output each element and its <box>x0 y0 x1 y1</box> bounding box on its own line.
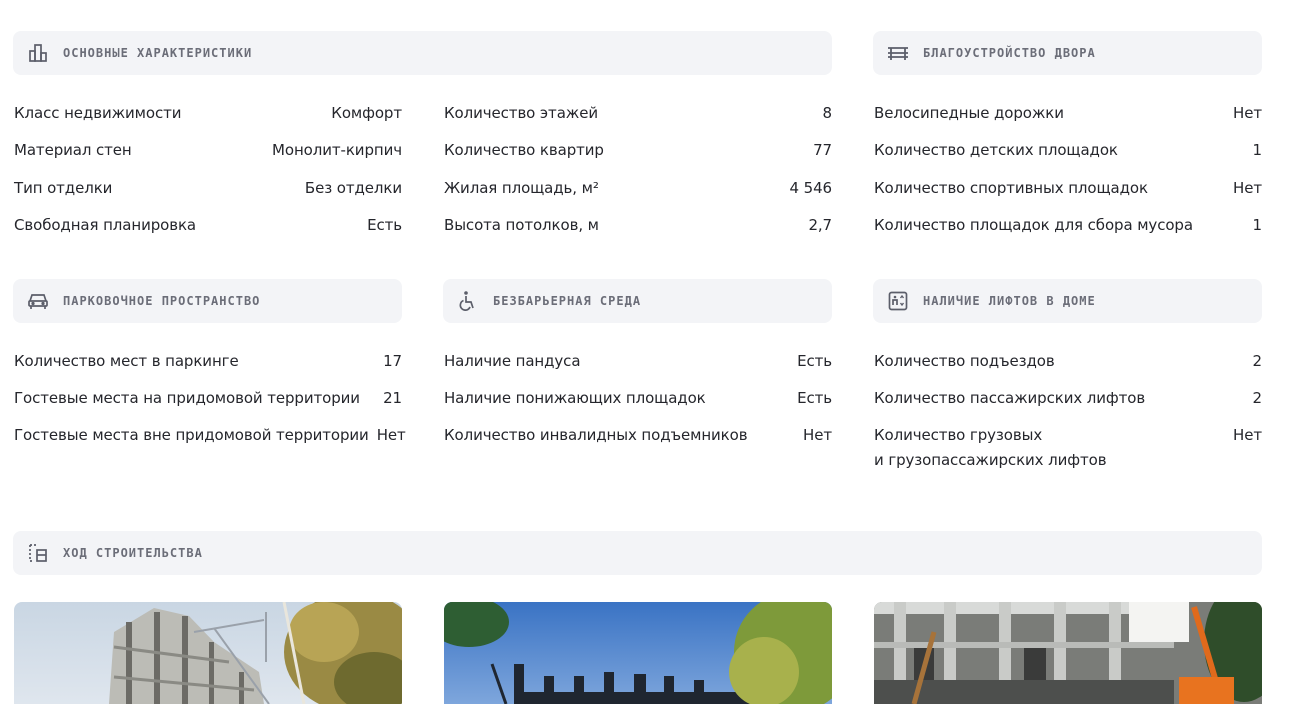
spec-row: Велосипедные дорожки Нет <box>874 101 1262 126</box>
spec-row: Количество детских площадок 1 <box>874 138 1262 163</box>
section-title: Благоустройство двора <box>923 46 1096 60</box>
spec-value: 77 <box>813 141 832 159</box>
spec-value: Нет <box>1233 104 1262 122</box>
spec-row: Количество мест в паркинге 17 <box>14 349 402 374</box>
section-header-main: Основные характеристики <box>13 31 832 75</box>
construction-photo-3[interactable] <box>874 602 1262 704</box>
spec-row: Наличие пандуса Есть <box>444 349 832 374</box>
spec-row: Наличие понижающих площадок Есть <box>444 386 832 411</box>
spec-row: Количество этажей 8 <box>444 101 832 126</box>
elevator-icon <box>887 290 909 312</box>
bench-icon <box>887 42 909 64</box>
spec-label: Количество площадок для сбора мусора <box>874 216 1193 234</box>
construction-photo-1[interactable] <box>14 602 402 704</box>
spec-row: Тип отделки Без отделки <box>14 176 402 201</box>
spec-value: Нет <box>803 426 832 444</box>
spec-value: 8 <box>822 104 833 122</box>
car-icon <box>27 290 49 312</box>
spec-row: Количество инвалидных подъемников Нет <box>444 423 832 448</box>
spec-label: Количество пассажирских лифтов <box>874 389 1146 407</box>
spec-value: 17 <box>383 352 402 370</box>
spec-label: Тип отделки <box>14 179 113 197</box>
spec-value: 1 <box>1252 141 1263 159</box>
spec-value: 2,7 <box>808 216 832 234</box>
spec-label: Наличие понижающих площадок <box>444 389 706 407</box>
spec-value: Комфорт <box>331 104 402 122</box>
spec-value: 21 <box>383 389 402 407</box>
spec-value: Нет <box>1233 179 1262 197</box>
spec-value: 1 <box>1252 216 1263 234</box>
spec-label: Гостевые места вне придомовой территории <box>14 426 369 444</box>
section-header-parking: Парковочное пространство <box>13 279 402 323</box>
spec-value: Есть <box>797 389 832 407</box>
spec-label: Свободная планировка <box>14 216 197 234</box>
spec-label: Количество инвалидных подъемников <box>444 426 748 444</box>
wheelchair-icon <box>457 290 479 312</box>
spec-value: 2 <box>1252 352 1263 370</box>
spec-value: Монолит-кирпич <box>272 141 402 159</box>
section-header-elevators: Наличие лифтов в доме <box>873 279 1262 323</box>
spec-label: Количество спортивных площадок <box>874 179 1148 197</box>
spec-row: Жилая площадь, м² 4 546 <box>444 176 832 201</box>
spec-label: Класс недвижимости <box>14 104 182 122</box>
construction-photo-2[interactable] <box>444 602 832 704</box>
spec-row: Количество спортивных площадок Нет <box>874 176 1262 201</box>
spec-value: 2 <box>1252 389 1263 407</box>
spec-value: Без отделки <box>304 179 402 197</box>
spec-row: Количество площадок для сбора мусора 1 <box>874 213 1262 238</box>
spec-row: Гостевые места вне придомовой территории… <box>14 423 406 448</box>
spec-label: Высота потолков, м <box>444 216 599 234</box>
spec-row: Количество пассажирских лифтов 2 <box>874 386 1262 411</box>
spec-label: Велосипедные дорожки <box>874 104 1064 122</box>
spec-value: Нет <box>1233 426 1262 444</box>
spec-label: Наличие пандуса <box>444 352 581 370</box>
section-title: Основные характеристики <box>63 46 253 60</box>
spec-row: Высота потолков, м 2,7 <box>444 213 832 238</box>
section-title: Безбарьерная среда <box>493 294 642 308</box>
spec-label: Гостевые места на придомовой территории <box>14 389 360 407</box>
spec-label: Количество этажей <box>444 104 598 122</box>
spec-label: Материал стен <box>14 141 132 159</box>
spec-label-line: и грузопассажирских лифтов <box>874 451 1107 469</box>
spec-value: Есть <box>797 352 832 370</box>
spec-value: 4 546 <box>789 179 833 197</box>
construction-progress-icon <box>27 542 49 564</box>
section-header-yard: Благоустройство двора <box>873 31 1262 75</box>
spec-row: Количество квартир 77 <box>444 138 832 163</box>
spec-row: Количество грузовых и грузопассажирских … <box>874 423 1262 473</box>
spec-value: Есть <box>367 216 402 234</box>
spec-value: Нет <box>376 426 406 444</box>
spec-label-line: Количество грузовых <box>874 426 1043 444</box>
spec-row: Материал стен Монолит-кирпич <box>14 138 402 163</box>
section-title: Ход строительства <box>63 546 203 560</box>
spec-row: Гостевые места на придомовой территории … <box>14 386 402 411</box>
spec-row: Количество подъездов 2 <box>874 349 1262 374</box>
spec-label: Жилая площадь, м² <box>444 179 599 197</box>
spec-label: Количество подъездов <box>874 352 1055 370</box>
spec-label: Количество грузовых и грузопассажирских … <box>874 423 1107 473</box>
spec-row: Свободная планировка Есть <box>14 213 402 238</box>
section-title: Наличие лифтов в доме <box>923 294 1096 308</box>
spec-row: Класс недвижимости Комфорт <box>14 101 402 126</box>
section-header-barrier-free: Безбарьерная среда <box>443 279 832 323</box>
section-header-construction: Ход строительства <box>13 531 1262 575</box>
building-icon <box>27 42 49 64</box>
spec-label: Количество детских площадок <box>874 141 1118 159</box>
section-title: Парковочное пространство <box>63 294 261 308</box>
spec-label: Количество квартир <box>444 141 604 159</box>
spec-label: Количество мест в паркинге <box>14 352 239 370</box>
